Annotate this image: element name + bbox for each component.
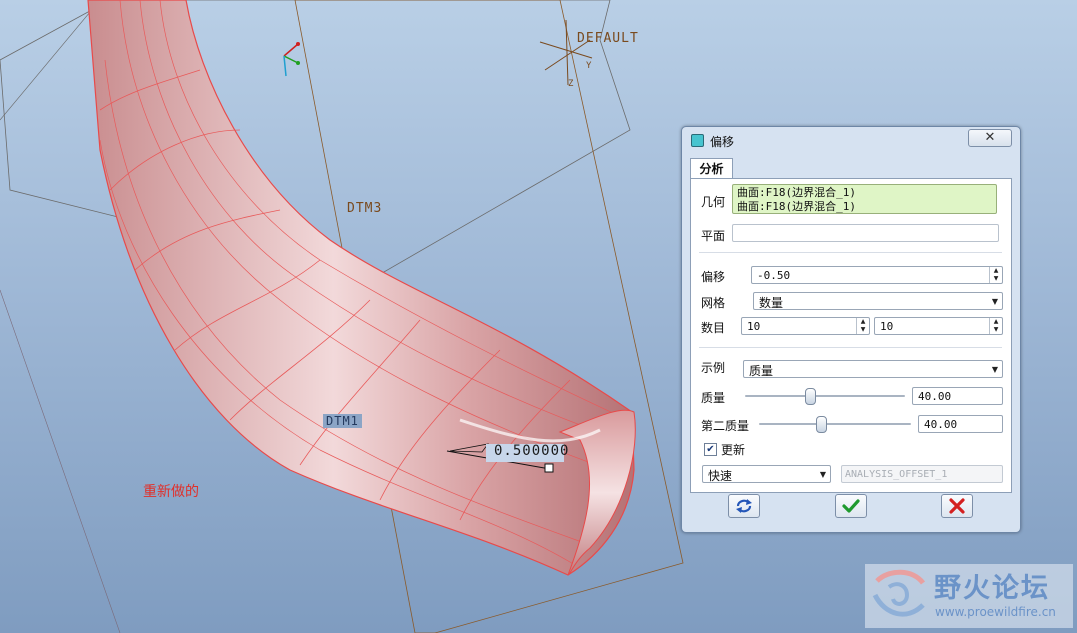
plane-label: 平面 <box>701 229 726 243</box>
dialog-titlebar[interactable]: 偏移 ✕ <box>682 127 1020 153</box>
display-label: 示例 <box>701 361 726 375</box>
spin-up-icon[interactable]: ▲ <box>990 318 1002 326</box>
offset-value: -0.50 <box>757 269 791 282</box>
plane-collector[interactable] <box>732 224 999 242</box>
quality-label: 质量 <box>701 391 726 405</box>
dialog-title: 偏移 <box>710 135 735 149</box>
dimension-handle[interactable] <box>544 463 554 473</box>
datum-label-dtm1[interactable]: DTM1 <box>323 414 362 428</box>
second-quality-value[interactable]: 40.00 <box>918 415 1003 433</box>
watermark-title: 野火论坛 <box>934 573 1050 604</box>
chevron-down-icon: ▼ <box>991 297 998 306</box>
csys-default-label: DEFAULT <box>577 31 639 46</box>
watermark: 野火论坛 www.proewildfire.cn <box>865 564 1073 628</box>
csys-default: DEFAULT Y Z <box>539 19 639 89</box>
datum-label-dtm3: DTM3 <box>347 201 382 216</box>
offset-stepper[interactable]: -0.50 ▲ ▼ <box>751 266 1003 284</box>
update-label: 更新 <box>721 443 746 457</box>
second-quality-slider-thumb[interactable] <box>816 416 827 433</box>
grid-select[interactable]: 数量 ▼ <box>753 292 1003 310</box>
display-select[interactable]: 质量 ▼ <box>743 360 1003 378</box>
separator <box>699 347 1002 348</box>
spin-up-icon[interactable]: ▲ <box>990 267 1002 275</box>
quality-slider-thumb[interactable] <box>805 388 816 405</box>
view-triad-icon <box>283 42 300 77</box>
count-value-1: 10 <box>747 320 761 333</box>
count-stepper-2[interactable]: 10 ▲ ▼ <box>874 317 1003 335</box>
model-note: 重新做的 <box>143 484 199 500</box>
grid-label: 网格 <box>701 296 726 310</box>
offset-dialog: 偏移 ✕ 分析 几何 曲面:F18(边界混合_1) 曲面:F18(边界混合_1)… <box>681 126 1021 533</box>
watermark-url: www.proewildfire.cn <box>935 605 1056 619</box>
count-label: 数目 <box>701 321 726 335</box>
chevron-down-icon: ▼ <box>819 470 826 479</box>
spin-down-icon[interactable]: ▼ <box>990 275 1002 283</box>
geometry-collector[interactable]: 曲面:F18(边界混合_1) 曲面:F18(边界混合_1) <box>732 184 997 214</box>
window-icon <box>691 134 704 147</box>
checkmark-icon: ✔ <box>706 444 715 455</box>
geometry-item[interactable]: 曲面:F18(边界混合_1) <box>737 200 992 214</box>
mode-select[interactable]: 快速 ▼ <box>702 465 831 483</box>
close-button[interactable]: ✕ <box>968 129 1012 147</box>
second-quality-label: 第二质量 <box>701 419 750 433</box>
cancel-button[interactable] <box>941 494 973 518</box>
analysis-name-field: ANALYSIS_OFFSET_1 <box>841 465 1003 483</box>
close-icon: ✕ <box>984 130 996 145</box>
spin-down-icon[interactable]: ▼ <box>990 326 1002 334</box>
offset-label: 偏移 <box>701 270 726 284</box>
repeat-button[interactable] <box>728 494 760 518</box>
chevron-down-icon: ▼ <box>991 365 998 374</box>
geometry-item[interactable]: 曲面:F18(边界混合_1) <box>737 186 992 200</box>
count-stepper-1[interactable]: 10 ▲ ▼ <box>741 317 870 335</box>
spin-down-icon[interactable]: ▼ <box>857 326 869 334</box>
tab-analysis[interactable]: 分析 <box>690 158 733 179</box>
analysis-panel: 几何 曲面:F18(边界混合_1) 曲面:F18(边界混合_1) 平面 偏移 -… <box>690 178 1012 493</box>
cross-icon <box>949 498 965 514</box>
grid-value: 数量 <box>759 296 784 310</box>
svg-text:Z: Z <box>568 79 574 89</box>
spin-up-icon[interactable]: ▲ <box>857 318 869 326</box>
count-value-2: 10 <box>880 320 894 333</box>
display-value: 质量 <box>749 364 774 378</box>
forum-logo-icon <box>872 569 926 617</box>
repeat-icon <box>736 499 752 513</box>
check-icon <box>842 499 860 513</box>
separator <box>699 252 1002 253</box>
mode-value: 快速 <box>708 469 733 483</box>
second-quality-slider[interactable] <box>759 415 911 433</box>
update-checkbox[interactable]: ✔ <box>704 443 717 456</box>
quality-value[interactable]: 40.00 <box>912 387 1003 405</box>
quality-slider[interactable] <box>745 387 905 405</box>
geometry-label: 几何 <box>701 195 726 209</box>
dimension-value[interactable]: 0.500000 <box>494 443 569 459</box>
ok-button[interactable] <box>835 494 867 518</box>
svg-text:Y: Y <box>586 61 592 71</box>
